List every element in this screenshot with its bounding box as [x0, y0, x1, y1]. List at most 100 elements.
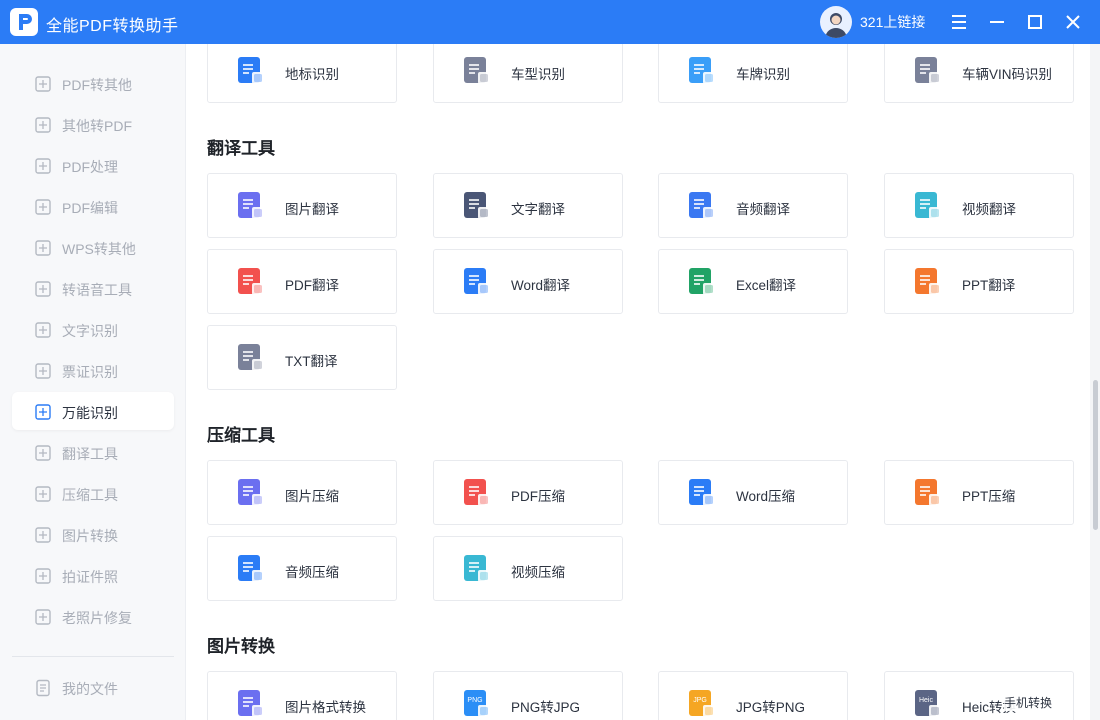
tool-card-label: 视频翻译 — [962, 202, 1016, 217]
scrollbar-thumb[interactable] — [1093, 380, 1098, 530]
sidebar-item-5[interactable]: WPS转其他 — [12, 228, 174, 266]
sidebar-item-11[interactable]: 压缩工具 — [12, 474, 174, 512]
sidebar-item-8[interactable]: 票证识别 — [12, 351, 174, 389]
sidebar-item-label: 万能识别 — [62, 405, 118, 421]
tool-card[interactable]: PPT压缩 — [884, 460, 1074, 525]
tool-card[interactable]: 音频翻译 — [658, 173, 848, 238]
tool-card[interactable]: Word压缩 — [658, 460, 848, 525]
tool-card-label: PNG转JPG — [511, 700, 581, 715]
tool-card[interactable]: PPT翻译 — [884, 249, 1074, 314]
tool-card-label: JPG转PNG — [736, 700, 806, 715]
pdf-translate-icon — [236, 267, 266, 297]
audio-translate-icon — [687, 191, 717, 221]
image-format-icon — [236, 689, 266, 719]
sidebar-item-label: 图片转换 — [62, 528, 118, 544]
sidebar-item-13[interactable]: 拍证件照 — [12, 556, 174, 594]
tool-card-label: PDF压缩 — [511, 489, 565, 504]
sidebar-item-14[interactable]: 老照片修复 — [12, 597, 174, 635]
minimize-icon[interactable] — [983, 8, 1011, 36]
file-icon — [34, 679, 52, 697]
user-name[interactable]: 321上链接 — [860, 12, 925, 32]
tool-card[interactable]: 地标识别 — [207, 44, 397, 103]
tool-card-label: 音频翻译 — [736, 202, 790, 217]
text-translate-icon — [462, 191, 492, 221]
sidebar-item-10[interactable]: 翻译工具 — [12, 433, 174, 471]
svg-text:PNG: PNG — [467, 697, 482, 704]
tool-card-label: Word压缩 — [736, 489, 796, 504]
section-title-image-convert: 图片转换 — [207, 637, 275, 656]
tool-card-label: 音频压缩 — [285, 565, 339, 580]
tool-card[interactable]: 图片压缩 — [207, 460, 397, 525]
sidebar-item-9[interactable]: 万能识别 — [12, 392, 174, 430]
maximize-icon[interactable] — [1021, 8, 1049, 36]
sidebar-item-label: PDF处理 — [62, 159, 118, 175]
tool-card-label: 地标识别 — [285, 67, 339, 82]
menu-icon[interactable] — [945, 8, 973, 36]
tool-card[interactable]: 车型识别 — [433, 44, 623, 103]
tool-card[interactable]: Excel翻译 — [658, 249, 848, 314]
sidebar-item-3[interactable]: PDF处理 — [12, 146, 174, 184]
png-icon: PNG — [462, 689, 492, 719]
title-bar: 全能PDF转换助手 321上链接 — [0, 0, 1100, 44]
id-photo-icon — [34, 567, 52, 585]
sidebar-item-2[interactable]: 其他转PDF — [12, 105, 174, 143]
tool-card-label: PPT压缩 — [962, 489, 1016, 504]
sidebar-item-label: 其他转PDF — [62, 118, 132, 134]
universal-ocr-icon — [34, 403, 52, 421]
tool-card[interactable]: 音频压缩 — [207, 536, 397, 601]
app-logo — [10, 8, 38, 36]
pdf-icon — [34, 116, 52, 134]
sidebar-item-12[interactable]: 图片转换 — [12, 515, 174, 553]
tool-card[interactable]: PNG PNG转JPG — [433, 671, 623, 720]
sidebar-divider — [12, 656, 174, 657]
tool-card[interactable]: 视频压缩 — [433, 536, 623, 601]
sidebar-item-label: 我的文件 — [62, 681, 118, 697]
tool-card-label: PPT翻译 — [962, 278, 1016, 293]
tool-card[interactable]: PDF压缩 — [433, 460, 623, 525]
sidebar-item-4[interactable]: PDF编辑 — [12, 187, 174, 225]
plate-icon — [687, 56, 717, 86]
close-icon[interactable] — [1059, 8, 1087, 36]
word-translate-icon — [462, 267, 492, 297]
audio-compress-icon — [236, 554, 266, 584]
section-title-translate: 翻译工具 — [207, 139, 275, 158]
pdf-process-icon — [34, 157, 52, 175]
sidebar-item-label: 老照片修复 — [62, 610, 132, 626]
tool-card-label: 视频压缩 — [511, 565, 565, 580]
tool-card[interactable]: 图片格式转换 — [207, 671, 397, 720]
pdf-compress-icon — [462, 478, 492, 508]
image-translate-icon — [236, 191, 266, 221]
tool-card[interactable]: 车辆VIN码识别 — [884, 44, 1074, 103]
video-compress-icon — [462, 554, 492, 584]
tool-card[interactable]: JPG JPG转PNG — [658, 671, 848, 720]
sidebar-item-label: 票证识别 — [62, 364, 118, 380]
main-content: 地标识别 车型识别 车牌识别 车辆VIN码识别 翻译工具 图片翻译 文字翻译 音频翻译 视频… — [187, 44, 1087, 720]
sidebar-item-label: PDF编辑 — [62, 200, 118, 216]
user-avatar[interactable] — [820, 6, 852, 38]
vin-icon — [913, 56, 943, 86]
sidebar-item-label: WPS转其他 — [62, 241, 136, 257]
tool-card[interactable]: Word翻译 — [433, 249, 623, 314]
pdf-edit-icon — [34, 198, 52, 216]
tool-card[interactable]: 车牌识别 — [658, 44, 848, 103]
tool-card-label: PDF翻译 — [285, 278, 339, 293]
tool-card[interactable]: 视频翻译 — [884, 173, 1074, 238]
car-model-icon — [462, 56, 492, 86]
tool-card[interactable]: TXT翻译 — [207, 325, 397, 390]
video-translate-icon — [913, 191, 943, 221]
tool-card-label: 图片翻译 — [285, 202, 339, 217]
tool-card[interactable]: PDF翻译 — [207, 249, 397, 314]
floating-label[interactable]: 手机转换 — [1004, 694, 1053, 711]
tool-card[interactable]: 文字翻译 — [433, 173, 623, 238]
txt-translate-icon — [236, 343, 266, 373]
section-title-compress: 压缩工具 — [207, 426, 275, 445]
sidebar-item-7[interactable]: 文字识别 — [12, 310, 174, 348]
tool-card[interactable]: 图片翻译 — [207, 173, 397, 238]
sidebar-item-1[interactable]: PDF转其他 — [12, 64, 174, 102]
pdf-icon — [34, 75, 52, 93]
sidebar-item-my-files[interactable]: 我的文件 — [12, 668, 174, 706]
sidebar-item-6[interactable]: 转语音工具 — [12, 269, 174, 307]
text-ocr-icon — [34, 321, 52, 339]
tool-card-label: TXT翻译 — [285, 354, 338, 369]
app-title: 全能PDF转换助手 — [46, 18, 179, 35]
